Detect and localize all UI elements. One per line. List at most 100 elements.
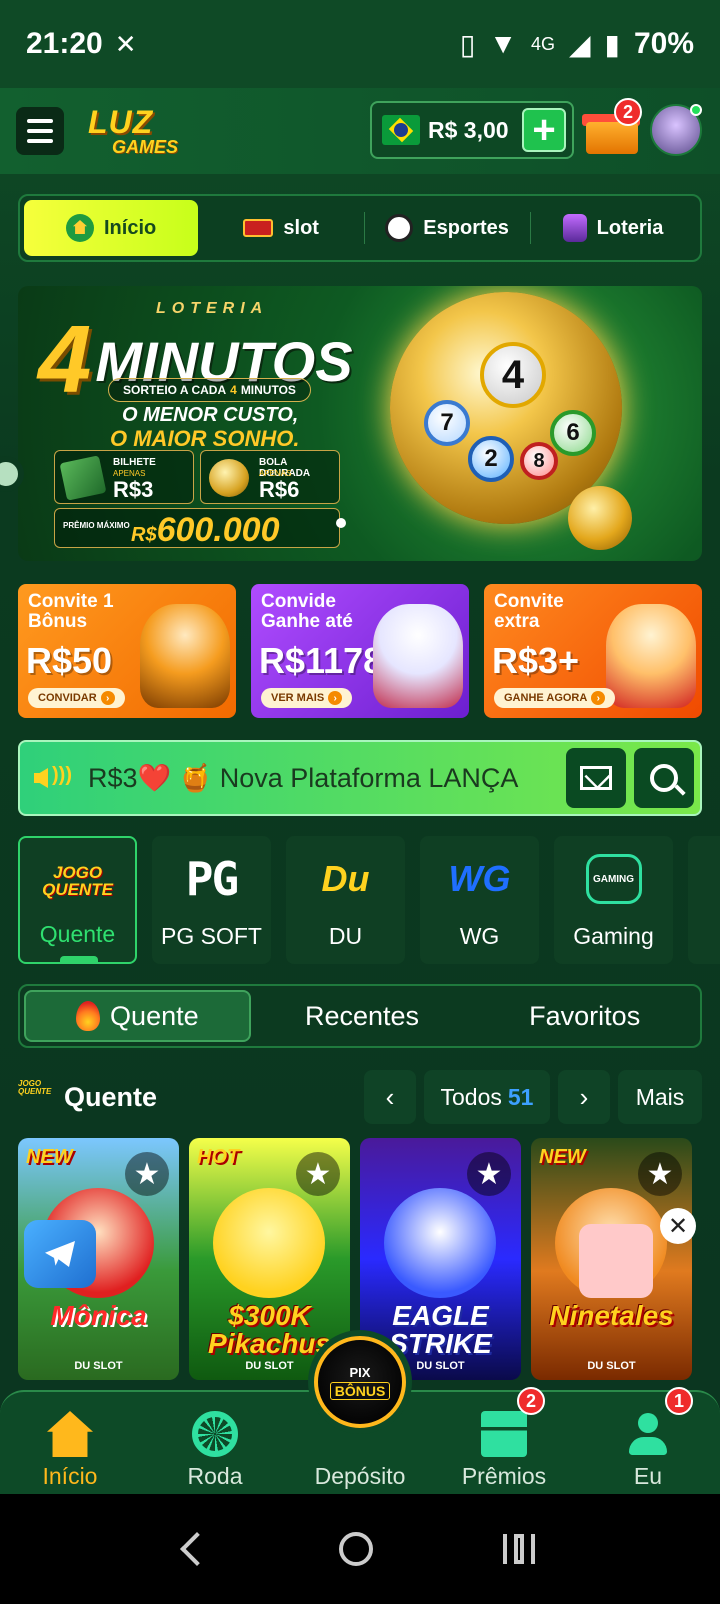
system-navigation-bar	[0, 1494, 720, 1604]
pix-bonus-button[interactable]: PIX BÔNUS	[314, 1336, 406, 1428]
filter-favoritos[interactable]: Favoritos	[473, 990, 696, 1042]
mouse-mascot-icon	[606, 604, 696, 708]
active-indicator	[60, 956, 98, 964]
prev-page-button[interactable]: ‹	[364, 1070, 416, 1124]
game-card-monica[interactable]: NEW ★ Mônica DU SLOT	[18, 1138, 179, 1380]
provider-pg-soft[interactable]: PG PG SOFT	[152, 836, 271, 964]
favorite-star-icon[interactable]: ★	[638, 1152, 682, 1196]
home-circle-icon[interactable]	[339, 1532, 373, 1566]
app-header: LUZ GAMES R$ 3,00 + 2	[0, 88, 720, 174]
nav-premios[interactable]: 2 Prêmios	[444, 1387, 564, 1492]
banner-draw-frequency: SORTEIO A CADA 4 MINUTOS	[108, 378, 311, 402]
more-button[interactable]: Mais	[618, 1070, 702, 1124]
battery-percent: 70%	[633, 27, 694, 60]
status-time: 21:20	[26, 27, 103, 60]
menu-button[interactable]	[16, 107, 64, 155]
search-icon	[650, 764, 678, 792]
tab-inicio[interactable]: Início	[24, 200, 199, 256]
nav-roda[interactable]: Roda	[155, 1404, 275, 1492]
game-artwork	[213, 1188, 325, 1298]
provider-more[interactable]	[688, 836, 720, 964]
recent-apps-icon[interactable]	[503, 1534, 535, 1564]
back-icon[interactable]	[180, 1532, 214, 1566]
filter-recentes[interactable]: Recentes	[251, 990, 474, 1042]
promo-button[interactable]: VER MAIS ›	[261, 688, 353, 708]
envelope-icon	[580, 766, 612, 790]
all-games-button[interactable]: Todos 51	[424, 1070, 550, 1124]
lottery-banner[interactable]: LOTERIA 4 MINUTOS SORTEIO A CADA 4 MINUT…	[18, 286, 702, 561]
brand-logo[interactable]: LUZ GAMES	[88, 103, 208, 159]
next-page-button[interactable]: ›	[558, 1070, 610, 1124]
golden-ball-price-card: BOLA DOURADA APENAS R$6	[200, 450, 340, 504]
treasure-chest-button[interactable]: 2	[582, 98, 642, 158]
provider-gaming[interactable]: GAMING Gaming	[554, 836, 673, 964]
provider-wg[interactable]: WG WG	[420, 836, 539, 964]
section-title: Quente	[64, 1081, 158, 1112]
vibrate-icon: ▯	[459, 28, 476, 60]
game-card-pikachus[interactable]: HOT ★ $300K Pikachus DU SLOT	[189, 1138, 350, 1380]
golden-ball-icon	[209, 459, 249, 497]
promo-button[interactable]: GANHE AGORA ›	[494, 688, 616, 708]
battery-icon: ▮	[604, 28, 620, 60]
nav-inicio[interactable]: Início	[10, 1404, 130, 1492]
search-button[interactable]	[634, 748, 694, 808]
promo-amount: R$50	[26, 640, 113, 681]
home-icon	[47, 1411, 93, 1457]
filter-quente[interactable]: Quente	[24, 990, 251, 1042]
carousel-indicator[interactable]	[336, 518, 346, 528]
nav-eu[interactable]: 1 Eu	[588, 1387, 708, 1492]
signal-icon: ◢	[568, 28, 591, 60]
close-icon[interactable]: ✕	[660, 1208, 696, 1244]
avatar[interactable]	[650, 104, 702, 156]
category-tabs: Início slot Esportes Loteria	[18, 194, 702, 262]
rabbit-mascot-icon	[373, 604, 463, 708]
coin-icon	[568, 486, 632, 550]
provider-list: JOGO QUENTE Quente PG PG SOFT Du DU WG W…	[18, 836, 720, 964]
arrow-right-icon: ›	[591, 691, 606, 705]
deposit-add-button[interactable]: +	[522, 108, 566, 152]
hot-games-logo: JOGO QUENTE	[42, 863, 113, 899]
game-filter-tabs: Quente Recentes Favoritos	[18, 984, 702, 1048]
promo-card-extra[interactable]: Convite extra R$3+ GANHE AGORA ›	[484, 584, 702, 718]
provider-du[interactable]: Du DU	[286, 836, 405, 964]
arrow-right-icon: ›	[100, 691, 115, 705]
balance-box[interactable]: R$ 3,00 +	[370, 101, 574, 159]
balance-amount: R$ 3,00	[428, 116, 509, 143]
promo-card-invite-earn[interactable]: Convide Ganhe até R$1178 VER MAIS ›	[251, 584, 469, 718]
lottery-ball: 8	[520, 442, 558, 480]
telegram-icon[interactable]	[24, 1220, 96, 1288]
game-artwork	[384, 1188, 496, 1298]
banner-big-number: 4	[38, 306, 92, 413]
promo-cards: Convite 1 Bônus R$50 CONVIDAR › Convide G…	[18, 584, 702, 718]
calendar-icon[interactable]	[579, 1224, 653, 1298]
favorite-star-icon[interactable]: ★	[296, 1152, 340, 1196]
announcement-text[interactable]: R$3❤️ 🍯 Nova Plataforma LANÇA	[88, 762, 558, 794]
tab-loteria[interactable]: Loteria	[530, 200, 696, 256]
games-count: 51	[507, 1083, 534, 1110]
notification-badge: 2	[614, 98, 642, 126]
tools-icon: ✕	[114, 28, 137, 59]
fire-icon	[76, 1001, 101, 1031]
lottery-ball: 2	[468, 436, 514, 482]
announcement-bar: R$3❤️ 🍯 Nova Plataforma LANÇA	[18, 740, 702, 816]
game-card-ninetales[interactable]: NEW ★ Ninetales DU SLOT	[531, 1138, 692, 1380]
favorite-star-icon[interactable]: ★	[467, 1152, 511, 1196]
game-title: Ninetales	[549, 1300, 674, 1331]
provider-quente[interactable]: JOGO QUENTE Quente	[18, 836, 137, 964]
pix-icon: PIX	[349, 1364, 371, 1380]
section-header: JOGO QUENTE Quente ‹ Todos 51 › Mais	[18, 1070, 702, 1124]
network-type: 4G	[530, 33, 555, 54]
slot-machine-icon	[243, 219, 274, 237]
tab-esportes[interactable]: Esportes	[364, 200, 530, 256]
promo-button[interactable]: CONVIDAR ›	[28, 688, 125, 708]
wheel-icon	[192, 1411, 238, 1457]
home-icon	[65, 214, 94, 242]
speaker-icon	[30, 756, 74, 800]
online-indicator	[690, 104, 702, 116]
messages-button[interactable]	[566, 748, 626, 808]
banner-slogan-2: O MAIOR SONHO.	[110, 426, 300, 451]
pg-soft-logo: PG	[185, 852, 239, 906]
tab-slot[interactable]: slot	[198, 200, 364, 256]
favorite-star-icon[interactable]: ★	[125, 1152, 169, 1196]
promo-card-invite[interactable]: Convite 1 Bônus R$50 CONVIDAR ›	[18, 584, 236, 718]
